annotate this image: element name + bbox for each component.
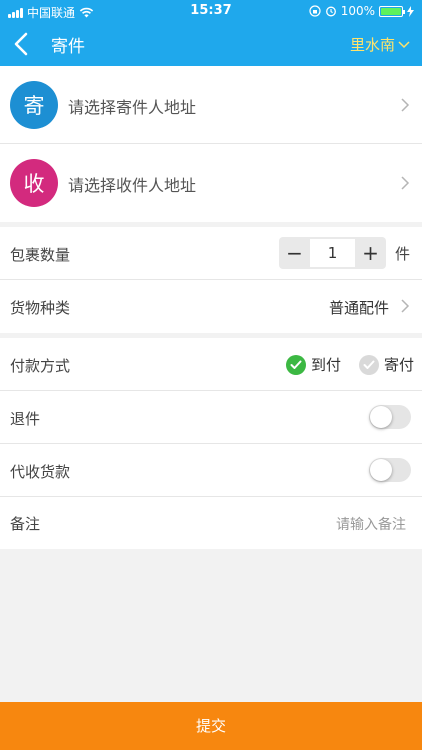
quantity-unit: 件 — [394, 245, 410, 263]
package-quantity-label: 包裹数量 — [10, 246, 71, 264]
status-bar: 中国联通 15:37 100% — [0, 0, 422, 22]
goods-type-row[interactable]: 货物种类 普通配件 — [0, 280, 422, 333]
back-icon[interactable] — [10, 30, 34, 58]
payment-option-collect[interactable]: 到付 — [286, 354, 341, 375]
city-label: 里水南 — [349, 36, 395, 54]
header: 中国联通 15:37 100% 寄件 里水南 — [0, 0, 422, 66]
toggle-knob — [370, 406, 392, 428]
remark-input[interactable]: 请输入备注 — [336, 514, 406, 534]
return-row: 退件 — [0, 391, 422, 444]
payment-method-label: 付款方式 — [10, 357, 71, 375]
charging-icon — [407, 5, 414, 17]
chevron-right-icon — [401, 299, 410, 313]
submit-button[interactable]: 提交 — [0, 702, 422, 750]
receiver-address-placeholder: 请选择收件人地址 — [68, 176, 197, 195]
goods-type-label: 货物种类 — [10, 299, 71, 317]
package-quantity-row: 包裹数量 − 1 + 件 — [0, 227, 422, 280]
battery-icon — [379, 5, 405, 17]
payment-option-label: 到付 — [311, 356, 342, 374]
cod-row: 代收货款 — [0, 444, 422, 497]
chevron-down-icon — [398, 40, 410, 48]
sender-address-placeholder: 请选择寄件人地址 — [68, 98, 197, 117]
sender-address-row[interactable]: 寄 请选择寄件人地址 — [0, 66, 422, 144]
remark-label: 备注 — [10, 515, 41, 533]
quantity-stepper: − 1 + — [279, 237, 386, 269]
receiver-badge: 收 — [10, 159, 58, 207]
return-toggle[interactable] — [369, 405, 411, 429]
remark-row: 备注 请输入备注 — [0, 497, 422, 549]
payment-option-prepaid[interactable]: 寄付 — [359, 354, 414, 375]
city-selector[interactable]: 里水南 — [350, 34, 410, 55]
increment-button[interactable]: + — [355, 237, 386, 269]
quantity-input[interactable]: 1 — [310, 239, 355, 267]
check-circle-icon — [286, 354, 306, 375]
sender-badge: 寄 — [10, 81, 58, 129]
receiver-address-row[interactable]: 收 请选择收件人地址 — [0, 144, 422, 222]
chevron-right-icon — [401, 176, 410, 190]
payment-method-row: 付款方式 到付 寄付 — [0, 338, 422, 391]
cod-toggle[interactable] — [369, 458, 411, 482]
decrement-button[interactable]: − — [279, 237, 310, 269]
toggle-knob — [370, 459, 392, 481]
page-title: 寄件 — [51, 37, 85, 57]
status-right: 100% — [309, 4, 414, 18]
cod-label: 代收货款 — [10, 463, 71, 481]
check-circle-icon — [359, 354, 379, 375]
battery-percent: 100% — [340, 4, 375, 18]
nav-bar: 寄件 里水南 — [0, 22, 422, 66]
return-label: 退件 — [10, 410, 41, 428]
goods-type-value: 普通配件 — [328, 299, 389, 317]
alarm-icon — [325, 6, 336, 17]
orientation-lock-icon — [309, 5, 321, 17]
payment-option-label: 寄付 — [384, 356, 415, 374]
chevron-right-icon — [401, 98, 410, 112]
